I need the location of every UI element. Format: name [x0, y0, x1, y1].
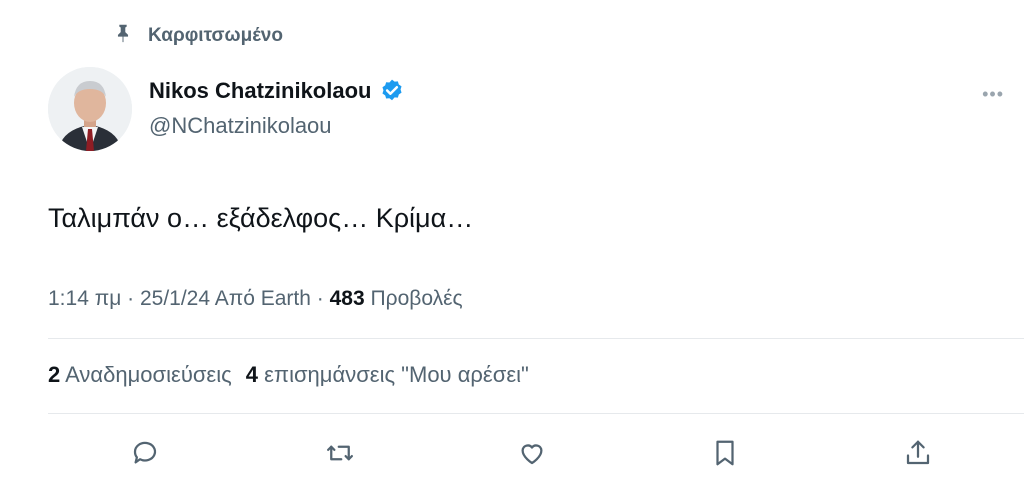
divider	[48, 338, 1024, 339]
more-options-icon[interactable]: •••	[982, 84, 1004, 105]
pin-icon	[112, 22, 134, 50]
bookmark-icon[interactable]	[708, 436, 742, 470]
tweet-time[interactable]: 1:14 πμ	[48, 287, 121, 310]
share-icon[interactable]	[901, 436, 935, 470]
reply-icon[interactable]	[128, 436, 162, 470]
likes-label: επισημάνσεις "Μου αρέσει"	[264, 362, 529, 387]
reposts-count: 2	[48, 362, 61, 387]
author-handle[interactable]: @NChatzinikolaou	[149, 113, 332, 139]
tweet-meta: 1:14 πμ · 25/1/24 Από Earth · 483 Προβολ…	[48, 287, 463, 311]
reposts-stat[interactable]: 2 Αναδημοσιεύσεις	[48, 362, 232, 388]
pinned-label: Καρφιτσωμένο	[148, 25, 283, 46]
engagement-stats: 2 Αναδημοσιεύσεις 4 επισημάνσεις "Μου αρ…	[48, 362, 529, 388]
tweet-source: Από Earth	[214, 287, 311, 310]
author-name[interactable]: Nikos Chatzinikolaou	[149, 78, 371, 104]
views-label: Προβολές	[370, 287, 463, 310]
meta-separator: ·	[127, 287, 140, 310]
author-row: Nikos Chatzinikolaou	[149, 78, 405, 104]
reposts-label: Αναδημοσιεύσεις	[65, 362, 232, 387]
meta-separator: ·	[316, 287, 330, 310]
repost-icon[interactable]	[323, 436, 357, 470]
tweet-text: Ταλιμπάν ο… εξάδελφος… Κρίμα…	[48, 203, 474, 233]
likes-count: 4	[245, 362, 258, 387]
likes-stat[interactable]: 4 επισημάνσεις "Μου αρέσει"	[246, 362, 529, 388]
action-bar	[48, 436, 1004, 476]
avatar[interactable]	[48, 67, 132, 151]
verified-badge-icon	[379, 78, 405, 104]
tweet-date[interactable]: 25/1/24	[140, 287, 210, 310]
views-count: 483	[329, 287, 365, 310]
like-icon[interactable]	[515, 436, 549, 470]
divider	[48, 413, 1024, 414]
pinned-indicator: Καρφιτσωμένο	[112, 22, 283, 50]
